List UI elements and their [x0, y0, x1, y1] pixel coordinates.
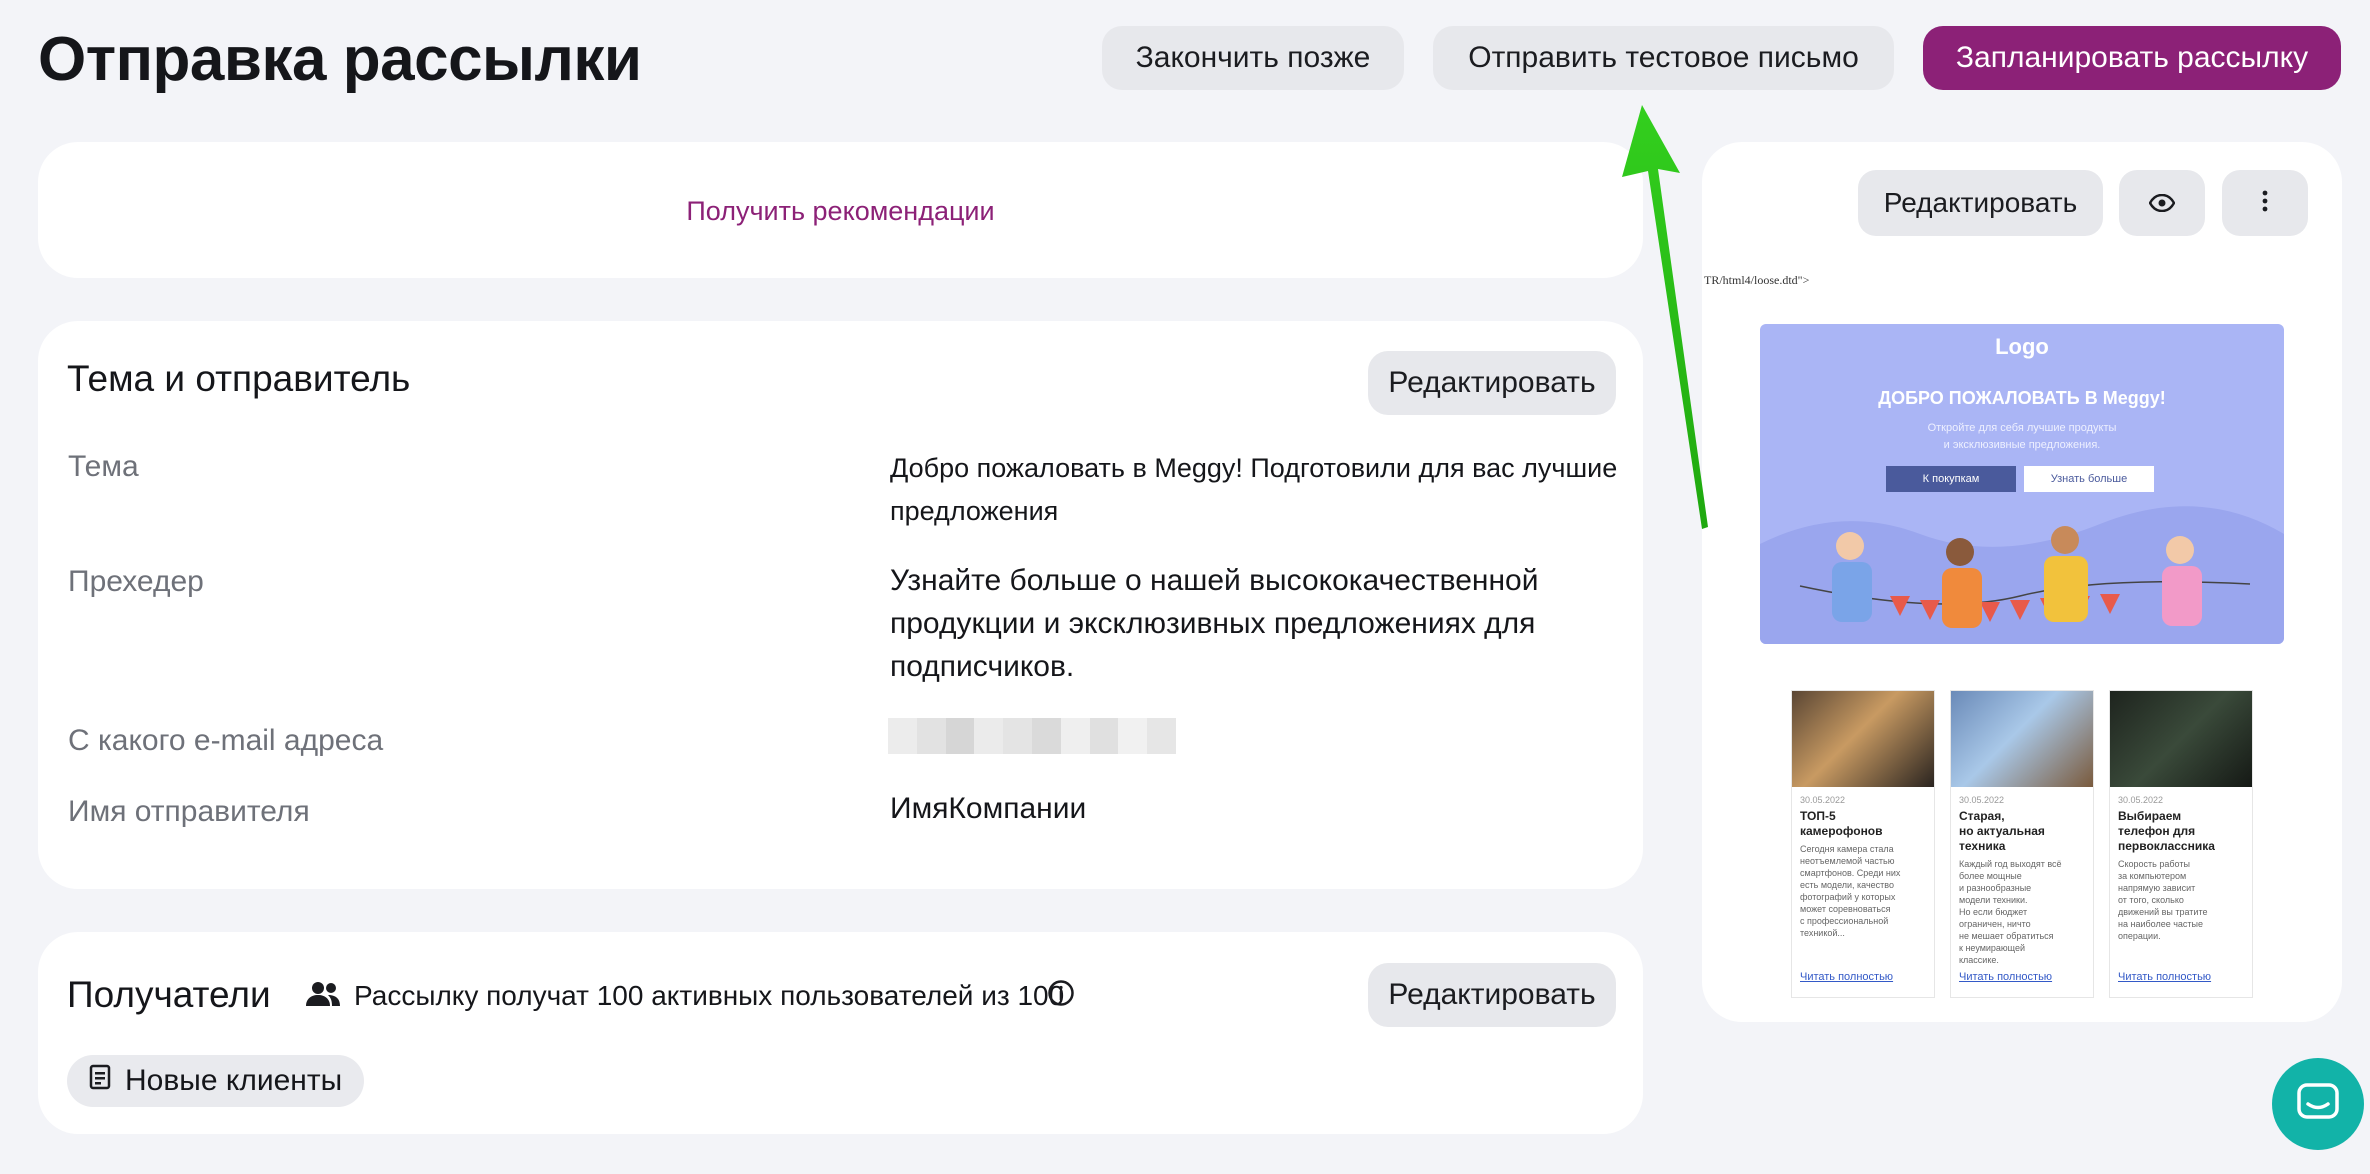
chat-icon: [2296, 1082, 2340, 1127]
chat-widget-button[interactable]: [2272, 1058, 2364, 1150]
more-vertical-icon: [2262, 187, 2268, 219]
article-image: [1951, 691, 2093, 787]
send-test-email-button[interactable]: Отправить тестовое письмо: [1433, 26, 1894, 90]
hero-shop-button: К покупкам: [1886, 466, 2016, 492]
list-icon: [89, 1064, 111, 1098]
hero-title: ДОБРО ПОЖАЛОВАТЬ В Meggy!: [1878, 388, 2166, 408]
sender-email-blurred: [888, 718, 1176, 754]
edit-subject-sender-button[interactable]: Редактировать: [1368, 351, 1616, 415]
article-body: Скорость работы за компьютером напрямую …: [2118, 859, 2208, 941]
article-image: [2110, 691, 2252, 787]
article-title: ТОП-5 камерофонов: [1800, 809, 1883, 838]
more-options-button[interactable]: [2222, 170, 2308, 236]
preheader-value: Узнайте больше о нашей высококачественно…: [890, 564, 1539, 683]
article-card: 30.05.2022 Выбираем телефон для первокла…: [2109, 690, 2253, 998]
hero-logo: Logo: [1995, 334, 2049, 359]
hero-learn-more-button: Узнать больше: [2024, 466, 2154, 492]
article-card: 30.05.2022 Старая, но актуальная техника…: [1950, 690, 2094, 998]
get-recommendations-link[interactable]: Получить рекомендации: [38, 196, 1643, 227]
preview-button[interactable]: [2119, 170, 2205, 236]
segment-tag[interactable]: Новые клиенты: [67, 1055, 365, 1107]
info-icon[interactable]: [1047, 979, 1075, 1012]
annotation-arrow: [1622, 105, 1708, 529]
article-read-more-link: Читать полностью: [2118, 971, 2212, 983]
subject-value: Добро пожаловать в Meggy! Подготовили дл…: [890, 453, 1618, 526]
hero-subtitle: Откройте для себя лучшие продукты и экск…: [1927, 422, 2117, 451]
recipients-summary: Рассылку получат 100 активных пользовате…: [354, 980, 1065, 1011]
sender-name-value: ИмяКомпании: [890, 792, 1087, 825]
page-title: Отправка рассылки: [38, 25, 642, 94]
article-read-more-link: Читать полностью: [1800, 971, 1894, 983]
article-date: 30.05.2022: [1959, 795, 2005, 805]
sender-name-label: Имя отправителя: [68, 795, 310, 828]
eye-icon: [2148, 187, 2176, 219]
edit-template-button[interactable]: Редактировать: [1858, 170, 2103, 236]
article-read-more-link: Читать полностью: [1959, 971, 2053, 983]
finish-later-button[interactable]: Закончить позже: [1102, 26, 1404, 90]
article-title: Старая, но актуальная техника: [1959, 809, 2045, 853]
recipients-title: Получатели: [67, 974, 271, 1015]
article-body: Каждый год выходят всё более мощные и ра…: [1959, 859, 2062, 965]
preheader-label: Прехедер: [68, 565, 204, 598]
article-title: Выбираем телефон для первоклассника: [2118, 809, 2215, 853]
segment-label: Новые клиенты: [125, 1064, 343, 1097]
article-card: 30.05.2022 ТОП-5 камерофонов Сегодня кам…: [1791, 690, 1935, 998]
users-icon: [306, 980, 340, 1013]
sender-email-label: С какого e-mail адреса: [68, 724, 384, 757]
article-date: 30.05.2022: [2118, 795, 2164, 805]
subject-label: Тема: [68, 450, 139, 483]
email-hero-banner: Logo ДОБРО ПОЖАЛОВАТЬ В Meggy! Откройте …: [1760, 324, 2284, 644]
article-date: 30.05.2022: [1800, 795, 1846, 805]
subject-sender-title: Тема и отправитель: [67, 358, 411, 399]
article-image: [1792, 691, 1934, 787]
article-body: Сегодня камера стала неотъемлемой частью…: [1800, 844, 1901, 938]
edit-recipients-button[interactable]: Редактировать: [1368, 963, 1616, 1027]
schedule-mailing-button[interactable]: Запланировать рассылку: [1923, 26, 2341, 90]
hero-illustration: [1760, 506, 2284, 644]
